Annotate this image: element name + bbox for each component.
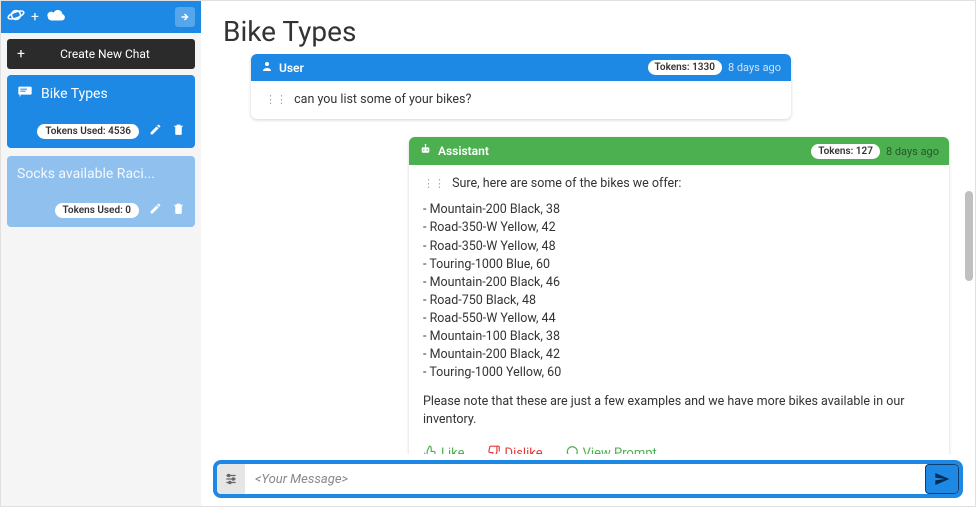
user-icon — [261, 60, 273, 75]
list-item: Touring-1000 Yellow, 60 — [423, 364, 935, 382]
message-input[interactable] — [245, 472, 925, 487]
thumbs-up-icon — [423, 445, 437, 454]
assistant-note: Please note that these are just a few ex… — [423, 393, 935, 429]
delete-chat-button[interactable] — [172, 123, 185, 140]
chat-card-socks[interactable]: Socks available Raci... Tokens Used: 0 — [7, 156, 195, 227]
message-header: User Tokens: 1330 8 days ago — [251, 54, 791, 81]
scrollbar-thumb[interactable] — [965, 191, 973, 281]
drag-handle-icon[interactable]: ⋮⋮ — [265, 93, 287, 106]
sidebar: + + Create New Chat Bike Types Tokens Us… — [1, 1, 201, 506]
chat-card-bike-types[interactable]: Bike Types Tokens Used: 4536 — [7, 75, 195, 148]
speech-bubble-icon — [17, 85, 33, 103]
chat-footer: Tokens Used: 4536 — [17, 123, 185, 140]
tokens-badge: Tokens Used: 0 — [55, 203, 139, 218]
speech-icon — [565, 445, 579, 454]
list-item: Touring-1000 Blue, 60 — [423, 256, 935, 274]
plus-text: + — [31, 9, 39, 25]
tokens-badge: Tokens: 127 — [811, 144, 880, 159]
view-prompt-label: View Prompt — [583, 446, 657, 454]
send-button[interactable] — [925, 464, 959, 494]
list-item: Mountain-100 Black, 38 — [423, 328, 935, 346]
list-item: Road-350-W Yellow, 48 — [423, 238, 935, 256]
tokens-badge: Tokens Used: 4536 — [37, 124, 139, 139]
message-time: 8 days ago — [886, 145, 939, 158]
chat-title-row: Socks available Raci... — [17, 166, 185, 182]
bike-list: Mountain-200 Black, 38 Road-350-W Yellow… — [423, 201, 935, 382]
list-item: Mountain-200 Black, 46 — [423, 274, 935, 292]
drag-handle-icon[interactable]: ⋮⋮ — [423, 177, 445, 190]
user-text: can you list some of your bikes? — [294, 92, 471, 107]
chat-footer: Tokens Used: 0 — [17, 202, 185, 219]
composer-wrap — [201, 454, 975, 506]
message-time: 8 days ago — [728, 61, 781, 74]
list-item: Road-350-W Yellow, 42 — [423, 219, 935, 237]
list-item: Mountain-200 Black, 38 — [423, 201, 935, 219]
like-button[interactable]: Like — [423, 445, 465, 454]
dislike-button[interactable]: Dislike — [487, 445, 543, 454]
thumbs-down-icon — [487, 445, 501, 454]
message-assistant: Assistant Tokens: 127 8 days ago ⋮⋮ Sure… — [409, 137, 949, 454]
message-actions: Like Dislike View Prompt — [409, 439, 949, 454]
scrollbar[interactable] — [965, 61, 973, 446]
message-body: ⋮⋮ Sure, here are some of the bikes we o… — [409, 165, 949, 439]
chat-list: Bike Types Tokens Used: 4536 Socks avail… — [1, 75, 201, 227]
role-label: User — [279, 61, 304, 75]
create-new-chat-label: Create New Chat — [35, 47, 195, 61]
chat-title: Bike Types — [41, 86, 108, 102]
main-panel: Bike Types User Tokens: 1330 8 days ago … — [201, 1, 975, 506]
robot-icon — [419, 143, 432, 159]
composer — [213, 460, 963, 498]
chat-title-row: Bike Types — [17, 85, 185, 103]
edit-chat-button[interactable] — [149, 123, 162, 140]
page-title: Bike Types — [201, 1, 975, 54]
collapse-sidebar-button[interactable] — [175, 7, 195, 27]
brand-row: + — [1, 1, 201, 33]
chat-title: Socks available Raci... — [17, 166, 155, 182]
list-item: Road-550-W Yellow, 44 — [423, 310, 935, 328]
planet-icon — [7, 6, 25, 28]
delete-chat-button[interactable] — [172, 202, 185, 219]
dislike-label: Dislike — [505, 446, 543, 454]
role-label: Assistant — [438, 144, 489, 158]
edit-chat-button[interactable] — [149, 202, 162, 219]
like-label: Like — [441, 446, 465, 454]
cloud-icon — [45, 7, 67, 27]
messages-scroll[interactable]: User Tokens: 1330 8 days ago ⋮⋮ can you … — [201, 54, 975, 454]
message-body: ⋮⋮ can you list some of your bikes? — [251, 81, 791, 119]
list-item: Mountain-200 Black, 42 — [423, 346, 935, 364]
brand-logo: + — [7, 6, 67, 28]
assistant-intro: Sure, here are some of the bikes we offe… — [452, 176, 681, 191]
list-item: Road-750 Black, 48 — [423, 292, 935, 310]
plus-icon: + — [7, 46, 35, 62]
message-header: Assistant Tokens: 127 8 days ago — [409, 137, 949, 165]
composer-settings-button[interactable] — [217, 464, 245, 494]
message-user: User Tokens: 1330 8 days ago ⋮⋮ can you … — [251, 54, 791, 119]
view-prompt-button[interactable]: View Prompt — [565, 445, 657, 454]
create-new-chat-button[interactable]: + Create New Chat — [7, 39, 195, 69]
tokens-badge: Tokens: 1330 — [648, 60, 722, 75]
